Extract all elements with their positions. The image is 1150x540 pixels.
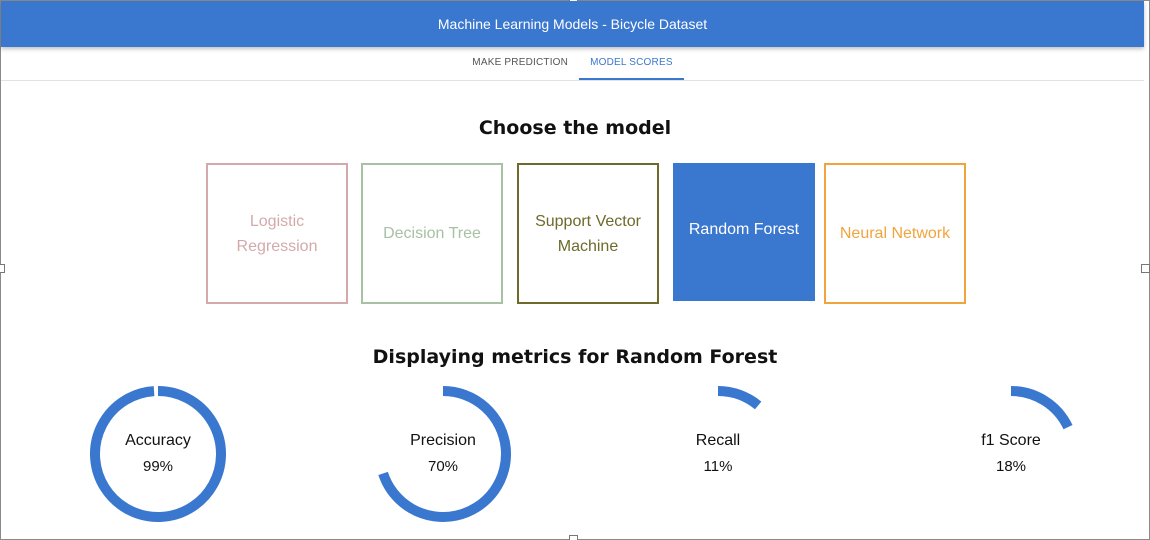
progress-ring-arc <box>378 386 511 522</box>
model-card-label: Decision Tree <box>383 225 481 242</box>
progress-ring-recall <box>717 386 762 410</box>
progress-ring-arc <box>717 386 762 410</box>
tab-model-scores[interactable]: MODEL SCORES <box>579 47 684 80</box>
app-title: Machine Learning Models - Bicycle Datase… <box>437 16 708 32</box>
resize-handle-right[interactable] <box>1141 264 1150 273</box>
model-card-label: Support Vector Machine <box>535 212 641 255</box>
resize-handle-left[interactable] <box>0 264 5 273</box>
metrics-heading: Displaying metrics for Random Forest <box>372 346 778 368</box>
metric-precision: Precision 70% <box>373 384 513 524</box>
metric-f1-score: f1 Score 18% <box>941 384 1081 524</box>
metric-recall: Recall 11% <box>648 384 788 524</box>
model-card-label: Logistic Regression <box>236 212 318 255</box>
metric-value: 11% <box>703 458 733 475</box>
metric-value: 18% <box>995 458 1027 475</box>
metric-label: Precision <box>410 432 476 449</box>
model-card-label: Neural Network <box>839 225 951 242</box>
model-card-label: Random Forest <box>688 221 800 238</box>
metric-label: Accuracy <box>125 432 191 449</box>
metric-accuracy: Accuracy 99% <box>88 384 228 524</box>
choose-model-heading: Choose the model <box>478 117 672 139</box>
tab-make-prediction[interactable]: MAKE PREDICTION <box>461 47 579 80</box>
app-bar: Machine Learning Models - Bicycle Datase… <box>1 1 1144 47</box>
model-card-decision-tree[interactable]: Decision Tree <box>361 163 503 304</box>
tab-bar: MAKE PREDICTION MODEL SCORES <box>1 47 1144 81</box>
progress-ring-f1-score <box>1010 386 1073 430</box>
model-card-random-forest[interactable]: Random Forest <box>673 163 815 301</box>
progress-ring-accuracy <box>90 386 226 522</box>
progress-ring-precision <box>378 386 511 522</box>
metric-label: f1 Score <box>981 432 1041 449</box>
resize-handle-bottom[interactable] <box>569 535 578 540</box>
model-card-logistic-regression[interactable]: Logistic Regression <box>206 163 348 304</box>
metric-value: 70% <box>427 458 459 475</box>
progress-ring-arc <box>1010 386 1073 430</box>
model-card-neural-network[interactable]: Neural Network <box>824 163 966 304</box>
metric-label: Recall <box>695 432 741 449</box>
model-card-support-vector-machine[interactable]: Support Vector Machine <box>517 163 659 304</box>
progress-ring-arc <box>90 386 226 522</box>
metric-value: 99% <box>142 458 174 475</box>
